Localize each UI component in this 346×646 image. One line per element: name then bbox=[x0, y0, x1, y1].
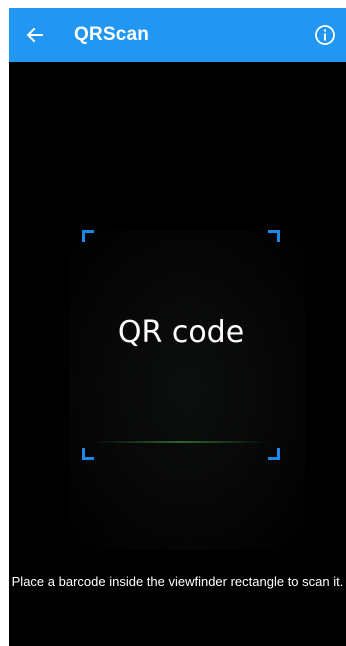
camera-preview[interactable]: QR code Place a barcode inside the viewf… bbox=[9, 62, 346, 646]
info-icon bbox=[315, 25, 335, 45]
viewfinder-rectangle: QR code bbox=[82, 230, 280, 460]
info-button[interactable] bbox=[311, 21, 339, 49]
viewfinder-corner-bottom-right bbox=[268, 448, 280, 460]
scan-hint-text: Place a barcode inside the viewfinder re… bbox=[11, 574, 344, 589]
viewfinder-corner-bottom-left bbox=[82, 448, 94, 460]
viewfinder-corner-top-right bbox=[268, 230, 280, 242]
scan-laser-line bbox=[94, 441, 268, 443]
status-strip bbox=[0, 0, 346, 8]
qr-code-label: QR code bbox=[117, 315, 245, 350]
viewfinder-corner-top-left bbox=[82, 230, 94, 242]
app-bar: QRScan bbox=[9, 8, 346, 62]
back-arrow-icon bbox=[26, 27, 43, 43]
scanner-screen: QRScan QR code Place a barcode inside th… bbox=[0, 0, 346, 646]
back-button[interactable] bbox=[21, 21, 49, 49]
app-title: QRScan bbox=[74, 24, 150, 45]
